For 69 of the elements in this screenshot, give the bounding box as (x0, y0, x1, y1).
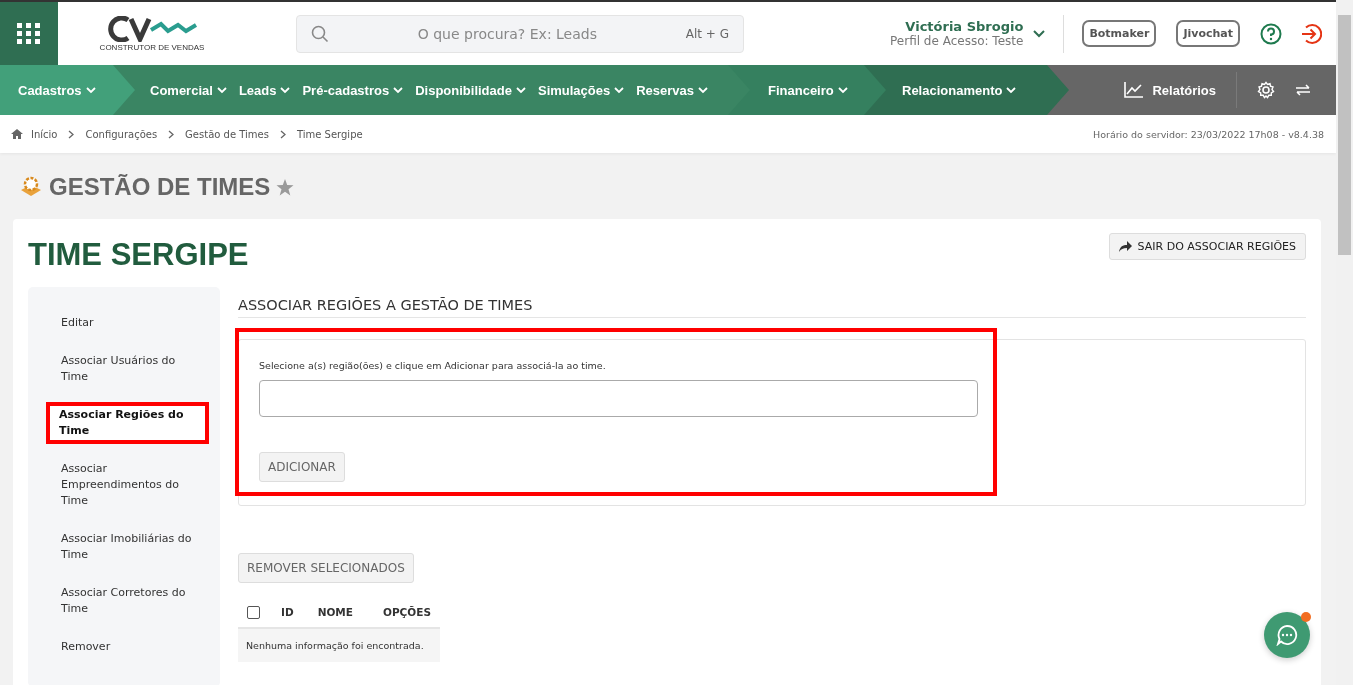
sidebar-item[interactable]: Associar Imobiliárias do Time (48, 527, 208, 567)
chevron-down-icon (837, 86, 848, 94)
settings-icon[interactable] (1257, 81, 1275, 99)
chevron-down-icon (393, 86, 404, 94)
nav-menu-item[interactable]: Comercial (150, 82, 227, 98)
instruction-text: Selecione a(s) região(ões) e clique em Adicionar para associá-la ao time. (259, 360, 607, 371)
nav-menu-item[interactable]: Simulações (537, 82, 625, 98)
nav-menu-item[interactable]: Financeiro (768, 82, 848, 98)
chat-button[interactable]: Botmaker (1082, 20, 1157, 47)
chevron-right-icon (68, 129, 75, 139)
section-title: ASSOCIAR REGIÕES A GESTÃO DE TIMES (238, 287, 1306, 318)
apps-menu-button[interactable] (0, 2, 58, 65)
grid-icon (17, 22, 41, 45)
sidebar-item[interactable]: Associar Empreendimentos do Time (48, 457, 208, 513)
column-header: OPÇÕES (382, 606, 431, 618)
sidebar-item[interactable]: Editar (48, 311, 208, 335)
search-input[interactable]: O que procura? Ex: Leads (329, 24, 686, 43)
nav-menu-item[interactable]: Relacionamento (902, 82, 1017, 98)
server-time: Horário do servidor: 23/03/2022 17h08 - v8.4.38 (1093, 128, 1324, 140)
breadcrumb-link[interactable]: Início (31, 128, 58, 140)
chevron-down-icon (216, 86, 227, 94)
exit-button[interactable]: SAIR DO ASSOCIAR REGIÕES (1108, 233, 1306, 260)
sidebar-item[interactable]: Associar Usuários do Time (48, 349, 208, 389)
chevron-down-icon (515, 86, 526, 94)
logo-tagline: CONSTRUTOR DE VENDAS (99, 42, 205, 52)
team-title: TIME SERGIPE (28, 237, 249, 273)
breadcrumb-link[interactable]: Gestão de Times (185, 128, 269, 140)
chevron-down-icon[interactable] (1033, 29, 1046, 38)
empty-table-message: Nenhuma informação foi encontrada. (238, 629, 440, 662)
chat-button[interactable]: Jivochat (1176, 20, 1240, 47)
chevron-down-icon (85, 86, 96, 94)
chevron-right-icon (168, 129, 175, 139)
column-header: ID (281, 606, 294, 618)
breadcrumb-link[interactable]: Configurações (85, 128, 158, 140)
star-icon[interactable] (276, 178, 295, 196)
column-header: NOME (317, 606, 353, 618)
shortcut-hint: Alt + G (685, 26, 729, 41)
breadcrumb-link[interactable]: Time Sergipe (296, 128, 363, 140)
reports-link[interactable]: Relatórios (1124, 82, 1216, 98)
logo-icon (106, 15, 198, 42)
add-button[interactable]: ADICIONAR (259, 452, 345, 482)
user-profile: Perfil de Acesso: Teste (890, 34, 1024, 48)
line-chart-icon (1124, 82, 1145, 98)
logout-icon[interactable] (1300, 22, 1322, 45)
home-icon (11, 129, 23, 139)
chevron-down-icon (614, 86, 625, 94)
share-arrow-icon (1118, 241, 1132, 252)
chevron-down-icon (1006, 86, 1017, 94)
page-title: GESTÃO DE TIMES (49, 173, 271, 201)
nav-menu-item[interactable]: Pré-cadastros (302, 82, 404, 98)
nav-menu-item[interactable]: Disponibilidade (415, 82, 526, 98)
swap-icon[interactable] (1295, 84, 1311, 96)
chat-icon (1276, 624, 1298, 646)
sidebar-item[interactable]: Associar Regiões do Time (47, 403, 208, 443)
search-field[interactable]: O que procura? Ex: Leads Alt + G (296, 14, 744, 53)
nav-menu-item[interactable]: Leads (238, 82, 291, 98)
help-icon[interactable] (1260, 22, 1282, 45)
select-all-checkbox[interactable] (247, 605, 260, 619)
chevron-right-icon (279, 129, 286, 139)
chevron-down-icon (698, 86, 709, 94)
user-name: Victória Sbrogio (905, 19, 1024, 34)
search-icon (311, 24, 329, 43)
team-gear-icon (19, 176, 43, 198)
sidebar-item[interactable]: Remover (48, 635, 208, 659)
remove-selected-button[interactable]: REMOVER SELECIONADOS (238, 553, 414, 583)
nav-menu-item[interactable]: Reservas (636, 82, 709, 98)
sidebar-item[interactable]: Associar Corretores do Time (48, 581, 208, 621)
notification-dot (1301, 612, 1311, 622)
chevron-down-icon (280, 86, 291, 94)
